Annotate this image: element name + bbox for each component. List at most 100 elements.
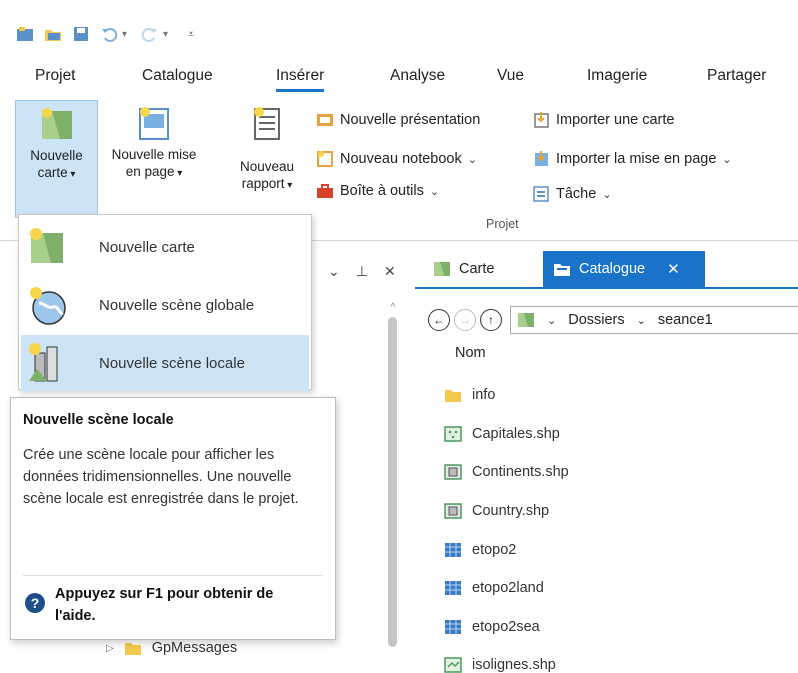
new-presentation-button[interactable]: Nouvelle présentation (316, 108, 480, 132)
tab-inserer[interactable]: Insérer (276, 62, 325, 92)
tabs-underline (415, 287, 798, 289)
tab-imagerie[interactable]: Imagerie (587, 62, 647, 92)
task-button[interactable]: Tâche ⌄ (532, 182, 612, 206)
catalog-navbar: ← → ↑ ⌄ Dossiers ⌄ seance1 (428, 305, 798, 335)
toolbox-icon (316, 182, 334, 200)
help-icon: ? (25, 593, 45, 613)
raster-icon (444, 542, 462, 558)
new-project-icon[interactable] (14, 23, 36, 45)
map-icon (25, 225, 69, 269)
file-name: isolignes.shp (472, 657, 556, 673)
close-icon[interactable]: ✕ (667, 260, 680, 278)
new-layout-label-1: Nouvelle mise (111, 147, 197, 162)
list-item[interactable]: Capitales.shp (444, 415, 784, 454)
report-icon (249, 106, 285, 142)
tooltip-body: Crée une scène locale pour afficher les … (23, 447, 299, 507)
chevron-down-icon[interactable]: ⌄ (637, 314, 646, 327)
customize-toolbar-icon[interactable]: ⩡ (180, 23, 202, 45)
quick-access-toolbar: ▾ ▾ ⩡ (14, 22, 202, 46)
tab-projet[interactable]: Projet (35, 62, 76, 92)
expand-arrow-icon[interactable]: ▷ (106, 643, 114, 654)
up-icon[interactable]: ↑ (480, 309, 502, 331)
new-report-label-1: Nouveau (239, 159, 295, 174)
list-item[interactable]: etopo2land (444, 569, 784, 608)
list-item[interactable]: info (444, 376, 784, 415)
save-project-icon[interactable] (70, 23, 92, 45)
folder-icon (124, 640, 142, 656)
new-map-dropdown: Nouvelle carte Nouvelle scène globale No… (18, 214, 312, 391)
scrollbar-thumb[interactable] (388, 317, 397, 647)
ribbon-tabs: Projet Catalogue Insérer Analyse Vue Ima… (0, 62, 798, 92)
import-layout-button[interactable]: Importer la mise en page ⌄ (532, 147, 732, 171)
redo-dropdown-icon[interactable]: ▾ (163, 29, 168, 40)
tree-item-label: GpMessages (151, 640, 238, 656)
tab-catalogue[interactable]: Catalogue (142, 62, 213, 92)
globe-icon (25, 283, 69, 327)
tooltip-divider (23, 575, 323, 576)
new-map-button[interactable]: Nouvelle carte ▾ (15, 100, 98, 218)
new-notebook-label: Nouveau notebook (340, 151, 462, 167)
file-name: Capitales.shp (472, 425, 560, 442)
point-layer-icon (444, 426, 462, 442)
close-icon[interactable]: ✕ (384, 263, 396, 280)
file-name: etopo2land (472, 580, 544, 597)
import-layout-icon (532, 150, 550, 168)
new-layout-button[interactable]: Nouvelle mise en page ▾ (102, 100, 206, 182)
toolbox-button[interactable]: Boîte à outils ⌄ (316, 179, 439, 203)
undo-icon[interactable] (98, 23, 120, 45)
open-project-icon[interactable] (42, 23, 64, 45)
pane-scrollbar[interactable]: ^ (388, 302, 398, 662)
local-scene-icon (25, 341, 69, 385)
new-presentation-label: Nouvelle présentation (340, 112, 481, 128)
tooltip-help-text: Appuyez sur F1 pour obtenir de l'aide. (55, 586, 274, 624)
pin-icon[interactable]: ⊥ (356, 263, 368, 280)
tooltip: Nouvelle scène locale Crée une scène loc… (10, 397, 336, 640)
toolbox-label: Boîte à outils (340, 183, 424, 199)
import-layout-label: Importer la mise en page (556, 151, 717, 167)
file-name: Country.shp (472, 503, 550, 520)
presentation-icon (316, 111, 334, 129)
breadcrumb-seance1[interactable]: seance1 (658, 312, 713, 328)
menu-item-new-map[interactable]: Nouvelle carte (21, 219, 309, 275)
import-map-button[interactable]: Importer une carte (532, 108, 674, 132)
import-map-label: Importer une carte (556, 112, 675, 128)
redo-icon[interactable] (139, 23, 161, 45)
location-bar[interactable]: ⌄ Dossiers ⌄ seance1 (510, 306, 798, 334)
import-map-icon (532, 111, 550, 129)
column-header-name[interactable]: Nom (455, 345, 486, 361)
chevron-down-icon[interactable]: ⌄ (547, 314, 556, 327)
list-item[interactable]: Country.shp (444, 492, 784, 531)
back-icon[interactable]: ← (428, 309, 450, 331)
file-name: info (472, 387, 496, 404)
menu-item-new-global-scene[interactable]: Nouvelle scène globale (21, 277, 309, 333)
undo-dropdown-icon[interactable]: ▾ (122, 29, 127, 40)
tab-carte[interactable]: Carte (423, 251, 535, 287)
new-notebook-button[interactable]: Nouveau notebook ⌄ (316, 147, 477, 171)
list-item[interactable]: isolignes.shp (444, 646, 784, 673)
file-name: etopo2 (472, 541, 517, 558)
menu-item-new-local-scene[interactable]: Nouvelle scène locale (21, 335, 309, 391)
file-name: etopo2sea (472, 618, 540, 635)
tab-vue[interactable]: Vue (497, 62, 524, 92)
project-icon (517, 312, 535, 328)
tree-item-gpmessages[interactable]: ▷ GpMessages (106, 640, 237, 656)
forward-icon[interactable]: → (454, 309, 476, 331)
tab-analyse[interactable]: Analyse (390, 62, 445, 92)
new-report-label-2: rapport ▾ (241, 176, 293, 191)
breadcrumb-dossiers[interactable]: Dossiers (568, 312, 624, 328)
list-item[interactable]: etopo2 (444, 530, 784, 569)
pane-options-icon[interactable]: ⌄ (328, 263, 340, 280)
menu-item-label: Nouvelle scène locale (99, 354, 245, 372)
raster-icon (444, 580, 462, 596)
line-layer-icon (444, 657, 462, 673)
new-report-button[interactable]: Nouveau rapport ▾ (229, 100, 305, 194)
tab-catalogue-label: Catalogue (579, 261, 646, 277)
list-item[interactable]: Continents.shp (444, 453, 784, 492)
folder-icon (444, 387, 462, 403)
tab-partager[interactable]: Partager (707, 62, 766, 92)
tab-catalogue-view[interactable]: Catalogue ✕ (543, 251, 705, 287)
chevron-down-icon: ⌄ (429, 185, 440, 198)
scroll-up-icon[interactable]: ^ (388, 302, 398, 313)
tooltip-title: Nouvelle scène locale (23, 412, 174, 428)
list-item[interactable]: etopo2sea (444, 608, 784, 647)
